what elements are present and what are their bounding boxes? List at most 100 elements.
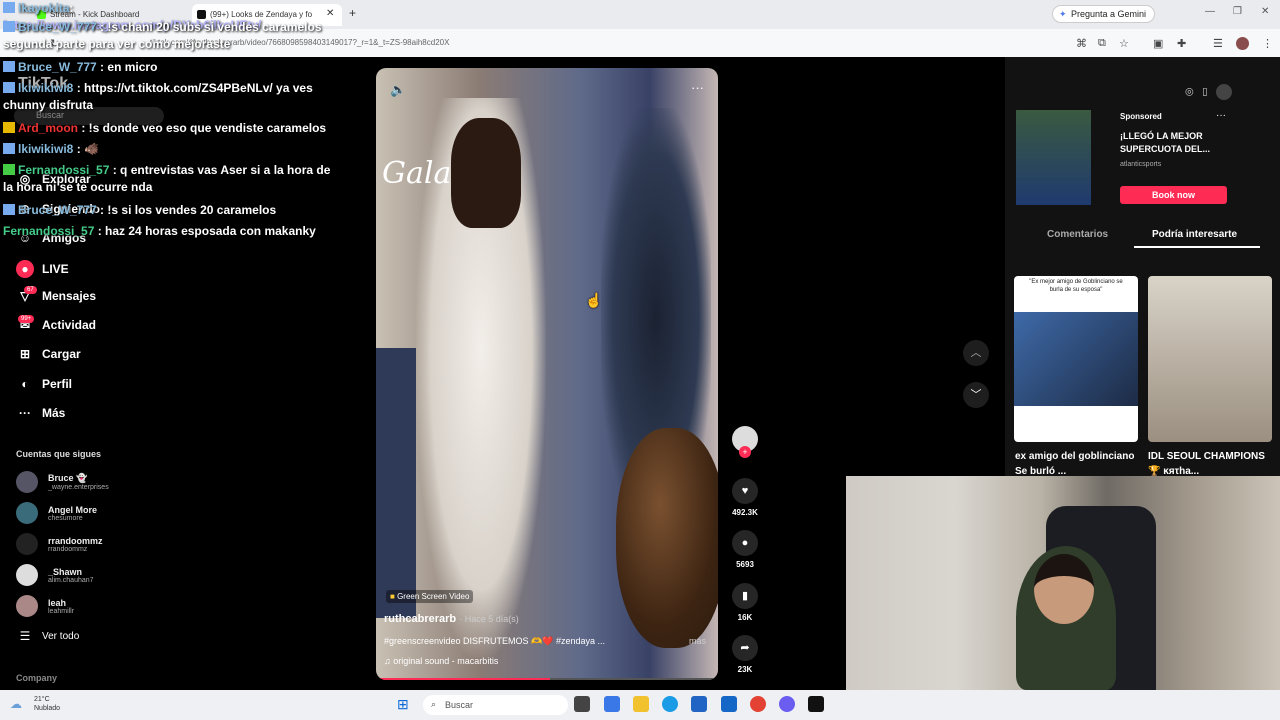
account-name: leah [48, 597, 67, 608]
following-item[interactable]: leah leahmillr [16, 595, 74, 617]
gemini-icon: ✦ [1058, 9, 1067, 19]
video-more-icon[interactable]: ··· [691, 80, 704, 95]
following-item[interactable]: Angel More chesumore [16, 502, 97, 524]
save-button[interactable]: ▮ 16K [732, 583, 758, 622]
following-item[interactable]: Bruce 👻 _wayne.enterprises [16, 471, 109, 493]
tab-comentarios[interactable]: Comentarios [1047, 229, 1108, 240]
suggested-video-title[interactable]: IDL SEOUL CHAMPIONS 🏆 ĸяτhа... [1148, 449, 1268, 479]
chat-message: Bruce_W_777 : !s chani 20 subs si vendes… [3, 20, 322, 51]
account-name: rrandoommz [48, 535, 103, 546]
suggested-video-title[interactable]: ex amigo del goblinciano Se burló ... [1015, 449, 1135, 479]
sound-name: original sound - macarbitis [393, 656, 499, 666]
extension-icon[interactable]: ▣ [1153, 37, 1163, 50]
previous-video-button[interactable]: ︿ [963, 340, 989, 366]
discord-icon[interactable] [779, 696, 795, 712]
comment-icon: ● [732, 530, 758, 556]
see-all-link[interactable]: ☰ Ver todo [16, 629, 80, 643]
user-avatar[interactable] [1215, 84, 1232, 100]
file-explorer-icon[interactable] [633, 696, 649, 712]
video-sound[interactable]: ♫ original sound - macarbitis [384, 656, 498, 666]
streamer-head [1034, 554, 1094, 624]
new-tab-icon[interactable]: + [349, 6, 356, 20]
ad-more-icon[interactable]: ··· [1216, 110, 1226, 121]
next-video-button[interactable]: ﹀ [963, 382, 989, 408]
more-link[interactable]: más [689, 636, 706, 646]
close-window-icon[interactable]: ✕ [1261, 6, 1269, 17]
chat-message: Fernandossi_57 : q entrevistas vas Aser … [3, 163, 331, 194]
company-link[interactable]: Company [16, 673, 57, 683]
video-player[interactable]: Gala 🔈 ··· ■ Green Screen Video ruthcabr… [376, 68, 718, 680]
chat-badge-icon [3, 143, 15, 154]
menu-dots-icon[interactable]: ⋮ [1262, 37, 1273, 50]
following-item[interactable]: rrandoommz rrandoommz [16, 533, 103, 555]
green-screen-label[interactable]: ■ Green Screen Video [386, 590, 474, 603]
help-icon[interactable]: ◎ [1185, 87, 1194, 98]
chat-user: Ard_moon [18, 121, 78, 135]
avatar [16, 502, 38, 524]
chat-user: Bruce_W_777 [18, 203, 97, 217]
taskbar-search[interactable]: ⌕ Buscar [423, 695, 568, 715]
nav-live[interactable]: ● LIVE [16, 260, 69, 278]
upload-icon: ⊞ [19, 347, 31, 361]
task-view-icon[interactable] [574, 696, 590, 712]
suggested-video-thumbnail[interactable] [1148, 276, 1272, 442]
kick-app-icon[interactable] [808, 696, 824, 712]
minimize-icon[interactable]: — [1205, 6, 1215, 17]
chat-user: lkayokita [18, 1, 70, 15]
sidepanel-icon[interactable]: ☰ [1213, 37, 1223, 50]
video-frame-hair [451, 118, 521, 228]
video-progress-bar[interactable] [376, 678, 718, 680]
windows-start-icon[interactable]: ⊞ [397, 696, 409, 713]
weather-widget[interactable]: 21°C Nublado [34, 695, 60, 713]
account-handle: chesumore [48, 514, 83, 522]
profile-avatar-icon[interactable] [1236, 37, 1249, 50]
outlook-icon[interactable] [721, 696, 737, 712]
chat-text: haz 24 horas esposada con makanky [105, 224, 316, 238]
copilot-icon[interactable] [604, 696, 620, 712]
suggested-video-thumbnail[interactable]: "Ex mejor amigo de Goblinciano se burla … [1014, 276, 1138, 442]
store-icon[interactable] [691, 696, 707, 712]
chat-user: lkiwikiwi8 [18, 142, 74, 156]
chat-badge-icon [3, 82, 15, 93]
book-now-button[interactable]: Book now [1120, 186, 1227, 204]
save-count: 16K [737, 613, 753, 622]
nav-cargar[interactable]: ⊞ Cargar [16, 347, 81, 361]
following-item[interactable]: _Shawn alim.chauhan7 [16, 564, 94, 586]
right-toolbar: ◎ ▯ [1185, 84, 1232, 100]
tab-podria-interesarte[interactable]: Podría interesarte [1152, 229, 1237, 240]
video-progress-fill [376, 678, 551, 680]
weather-temp: 21°C [34, 696, 50, 703]
ad-image[interactable] [1016, 110, 1091, 205]
chat-text: !s si los vendes 20 caramelos [107, 203, 277, 217]
chat-user: Bruce_W_777 [18, 20, 97, 34]
chat-badge-icon [3, 204, 15, 215]
creator-avatar-button[interactable]: + [732, 426, 758, 458]
chat-badge-icon [3, 61, 15, 72]
share-button[interactable]: ➦ 23K [732, 635, 758, 674]
mouse-cursor-icon: ☝ [585, 292, 603, 308]
see-all-label: Ver todo [42, 630, 80, 642]
description-text: #greenscreenvideo DISFRUTEMOS 🫶❤️ #zenda… [384, 636, 606, 646]
puzzle-icon[interactable]: ✚ [1177, 37, 1186, 50]
cast-icon[interactable]: ⧉ [1098, 37, 1106, 50]
ad-title[interactable]: ¡LLEGÓ LA MEJOR SUPERCUOTA DEL... [1120, 130, 1240, 156]
gemini-button[interactable]: ✦ Pregunta a Gemini [1051, 5, 1155, 23]
device-icon[interactable]: ▯ [1202, 87, 1208, 98]
follow-plus-icon[interactable]: + [739, 446, 751, 458]
chevron-up-icon: ︿ [970, 347, 982, 359]
chat-message: Bruce_W_777 : !s si los vendes 20 carame… [3, 202, 333, 219]
bookmark-star-icon[interactable]: ☆ [1119, 37, 1129, 50]
maximize-icon[interactable]: ❐ [1233, 6, 1242, 17]
volume-icon[interactable]: 🔈 [390, 82, 406, 98]
chrome-icon[interactable] [750, 696, 766, 712]
share-count: 23K [737, 665, 753, 674]
edge-icon[interactable] [662, 696, 678, 712]
nav-mas[interactable]: ··· Más [16, 406, 65, 420]
comment-button[interactable]: ● 5693 [732, 530, 758, 569]
nav-perfil[interactable]: ◐ Perfil [16, 377, 72, 391]
video-author[interactable]: ruthcabrerarb · Hace 5 día(s) [384, 613, 519, 625]
gemini-label: Pregunta a Gemini [1070, 9, 1146, 19]
video-age: · Hace 5 día(s) [459, 614, 519, 624]
translate-icon[interactable]: ⌘ [1076, 37, 1087, 50]
like-button[interactable]: ♥ 492.3K [732, 478, 758, 517]
